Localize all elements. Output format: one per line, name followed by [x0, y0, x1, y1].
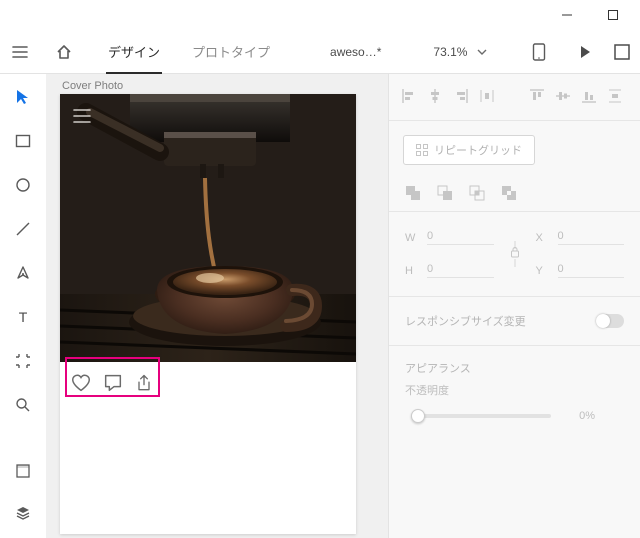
preview-controls	[522, 35, 630, 69]
repeat-grid-label: リピートグリッド	[434, 142, 522, 158]
w-input[interactable]: 0	[427, 230, 494, 245]
window-maximize-button[interactable]	[590, 0, 636, 30]
transform-section: W 0 X 0 H 0 Y 0	[389, 216, 640, 292]
align-bottom-icon[interactable]	[579, 86, 599, 106]
x-input[interactable]: 0	[558, 230, 625, 245]
post-actions-row	[60, 362, 356, 409]
align-vcenter-icon[interactable]	[553, 86, 573, 106]
h-input[interactable]: 0	[427, 263, 494, 278]
align-top-icon[interactable]	[527, 86, 547, 106]
boolean-intersect-icon[interactable]	[467, 183, 487, 203]
artboard-frame	[60, 94, 356, 534]
line-tool[interactable]	[10, 216, 36, 242]
artboard-tool[interactable]	[10, 348, 36, 374]
align-right-icon[interactable]	[451, 86, 471, 106]
y-label: Y	[536, 265, 550, 277]
align-hcenter-icon[interactable]	[425, 86, 445, 106]
boolean-subtract-icon[interactable]	[435, 183, 455, 203]
lock-aspect-button[interactable]	[502, 241, 528, 267]
artboard[interactable]: Cover Photo	[60, 80, 356, 534]
window-titlebar	[0, 0, 640, 30]
chevron-down-icon	[477, 47, 487, 57]
layers-panel-button[interactable]	[10, 500, 36, 526]
h-label: H	[405, 265, 419, 277]
y-input[interactable]: 0	[558, 263, 625, 278]
zoom-value: 73.1%	[433, 45, 467, 59]
opacity-label: 不透明度	[405, 382, 449, 398]
responsive-toggle[interactable]	[596, 314, 624, 328]
cover-photo-image	[60, 94, 356, 362]
home-button[interactable]	[44, 32, 84, 72]
svg-text:T: T	[19, 309, 28, 325]
artboard-label[interactable]: Cover Photo	[60, 80, 356, 92]
pen-tool[interactable]	[10, 260, 36, 286]
heart-icon[interactable]	[70, 372, 92, 399]
responsive-resize-row: レスポンシブサイズ変更	[389, 301, 640, 341]
boolean-exclude-icon[interactable]	[499, 183, 519, 203]
w-label: W	[405, 232, 419, 244]
align-row	[389, 84, 640, 116]
boolean-add-icon[interactable]	[403, 183, 423, 203]
zoom-tool[interactable]	[10, 392, 36, 418]
opacity-slider[interactable]	[411, 414, 551, 418]
share-icon[interactable]	[134, 372, 154, 399]
tab-design[interactable]: デザイン	[92, 30, 176, 74]
opacity-row: 不透明度	[389, 376, 640, 404]
repeat-grid-button[interactable]: リピートグリッド	[403, 135, 535, 165]
appearance-label: アピアランス	[405, 363, 471, 375]
rectangle-tool[interactable]	[10, 128, 36, 154]
top-toolbar: デザイン プロトタイプ aweso…* 73.1%	[0, 30, 640, 74]
select-tool[interactable]	[10, 84, 36, 110]
tool-column: T	[0, 74, 46, 538]
hamburger-menu-button[interactable]	[0, 32, 40, 72]
mode-tabs: デザイン プロトタイプ	[92, 30, 286, 74]
responsive-label: レスポンシブサイズ変更	[405, 313, 526, 329]
boolean-ops-row	[389, 175, 640, 207]
grid-icon	[416, 144, 428, 156]
tab-prototype[interactable]: プロトタイプ	[176, 30, 286, 74]
ellipse-tool[interactable]	[10, 172, 36, 198]
window-minimize-button[interactable]	[544, 0, 590, 30]
assets-panel-button[interactable]	[10, 458, 36, 484]
distribute-h-icon[interactable]	[477, 86, 497, 106]
comment-icon[interactable]	[102, 372, 124, 399]
x-label: X	[536, 232, 550, 244]
zoom-dropdown[interactable]: 73.1%	[433, 45, 487, 59]
canvas[interactable]: Cover Photo	[46, 74, 388, 538]
opacity-value[interactable]: 0%	[567, 410, 595, 422]
play-button[interactable]	[568, 35, 602, 69]
align-left-icon[interactable]	[399, 86, 419, 106]
device-preview-button[interactable]	[522, 35, 556, 69]
share-panel-button[interactable]	[614, 35, 630, 69]
document-name[interactable]: aweso…*	[330, 45, 381, 59]
text-tool[interactable]: T	[10, 304, 36, 330]
inspector-panel: リピートグリッド W 0 X 0 H 0 Y 0 レスポンシブサイズ変更	[388, 74, 640, 538]
distribute-v-icon[interactable]	[605, 86, 625, 106]
